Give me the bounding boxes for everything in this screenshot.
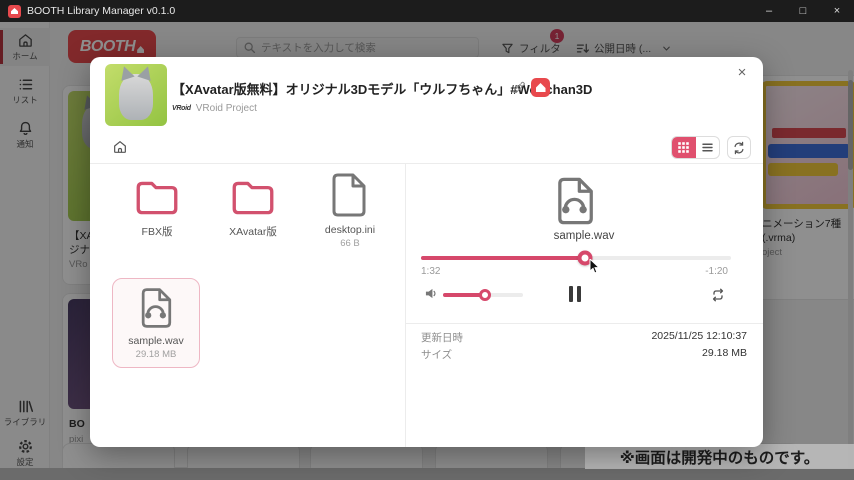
item-detail-modal: × 【XAvatar版無料】オリジナル3Dモデル「ウルフちゃん」#Wolfcha… [90,57,763,447]
file-item-folder[interactable]: XAvatar版 [207,175,299,239]
divider [90,163,763,164]
open-in-booth-button[interactable] [531,78,550,97]
breadcrumb-home-button[interactable] [112,139,128,160]
grid-icon [677,141,690,154]
item-title: 【XAvatar版無料】オリジナル3Dモデル「ウルフちゃん」#Wolfchan3… [172,79,507,98]
list-view-icon [701,141,714,154]
repeat-icon [710,287,726,303]
pause-button[interactable] [569,286,581,302]
window-controls: – □ × [752,0,854,22]
pencil-icon [511,80,526,95]
updated-value: 2025/11/25 12:10:37 [651,330,747,342]
size-value: 29.18 MB [702,347,747,359]
shop-logo: VRoid [172,105,191,112]
remaining-time: -1:20 [705,266,728,277]
size-label: サイズ [421,347,452,362]
dev-watermark: ※画面は開発中のものです。 [585,444,854,469]
minimize-button[interactable]: – [752,0,786,22]
screen: BOOTH Library Manager v0.1.0 – □ × ホーム リ… [0,0,854,480]
home-icon [112,139,128,155]
booth-mark-icon [536,83,546,92]
grid-view-button[interactable] [672,137,696,158]
file-icon [328,171,372,219]
divider [405,323,763,324]
player-file-name: sample.wav [424,230,744,242]
seek-slider-fill [421,256,585,260]
close-window-button[interactable]: × [820,0,854,22]
shop-row[interactable]: VRoid VRoid Project [172,103,257,114]
shop-name: VRoid Project [196,103,257,114]
updated-label: 更新日時 [421,330,463,345]
item-thumbnail [105,64,167,126]
audio-file-icon [135,286,177,330]
refresh-button[interactable] [727,136,751,159]
volume-slider-handle[interactable] [479,289,491,301]
elapsed-time: 1:32 [421,266,440,277]
edit-title-button[interactable] [511,80,526,100]
list-view-button[interactable] [696,137,720,158]
file-item-selected[interactable]: sample.wav 29.18 MB [112,278,200,368]
window-titlebar: BOOTH Library Manager v0.1.0 – □ × [0,0,854,22]
volume-icon[interactable] [425,287,438,305]
view-toggle [671,136,720,159]
volume-slider[interactable] [443,293,523,297]
app-icon [8,5,21,18]
seek-slider[interactable] [421,256,731,260]
folder-icon [132,175,182,219]
maximize-button[interactable]: □ [786,0,820,22]
repeat-button[interactable] [710,287,726,308]
refresh-icon [732,141,746,155]
file-item[interactable]: desktop.ini 66 B [304,171,396,249]
folder-icon [228,175,278,219]
divider [405,164,406,447]
player-file-icon [550,175,600,232]
file-item-folder[interactable]: FBX版 [111,175,203,239]
close-modal-button[interactable]: × [733,63,751,81]
audio-file-icon [550,175,600,227]
window-title: BOOTH Library Manager v0.1.0 [27,5,175,17]
mouse-cursor [589,259,601,280]
